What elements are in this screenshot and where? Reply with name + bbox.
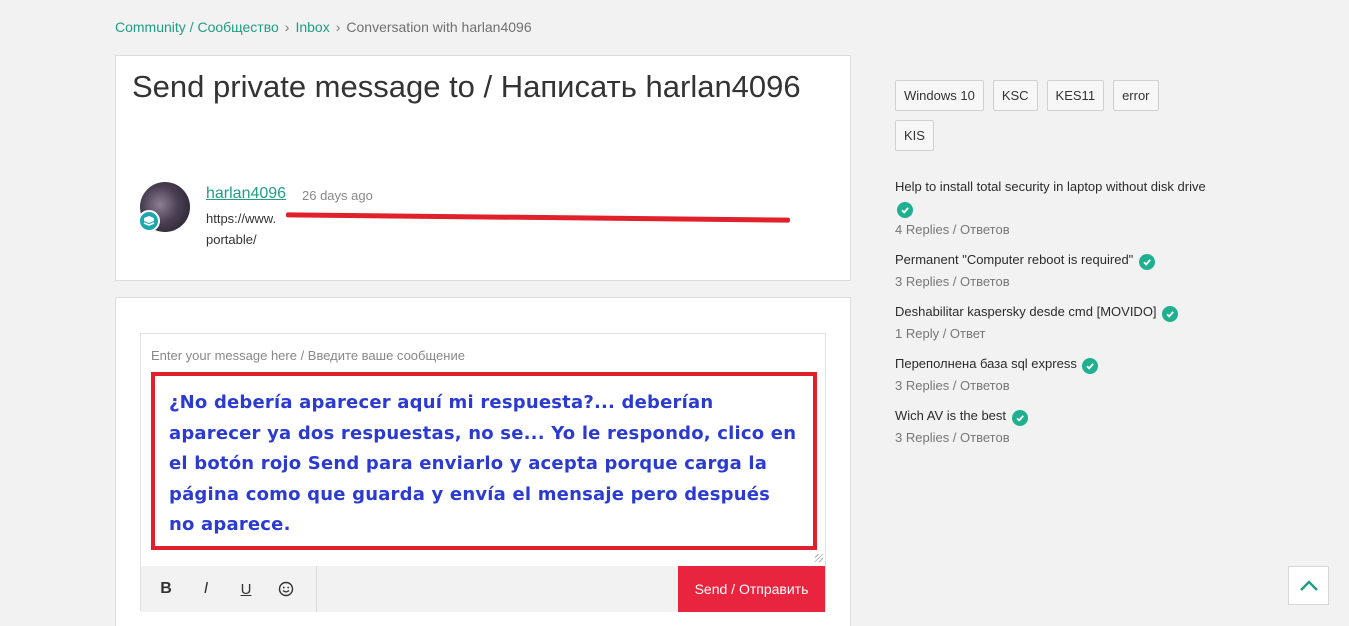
scroll-to-top-button[interactable]: [1288, 566, 1329, 605]
toolbar-divider: [316, 566, 317, 612]
italic-button[interactable]: I: [186, 566, 226, 612]
bold-button[interactable]: B: [146, 566, 186, 612]
editor-toolbar: B I U Send / Отправить: [141, 566, 825, 612]
tag[interactable]: Windows 10: [895, 80, 984, 111]
solved-check-icon: [1162, 306, 1179, 322]
message-link-text[interactable]: https://www.: [206, 211, 276, 226]
list-item: Help to install total security in laptop…: [895, 176, 1225, 239]
reply-count: 3 Replies / Ответов: [895, 274, 1010, 289]
breadcrumb-community-link[interactable]: Community / Сообщество: [115, 19, 279, 35]
list-item: Переполнена база sql express 3 Replies /…: [895, 353, 1225, 395]
related-topic-link[interactable]: Wich AV is the best: [895, 405, 1225, 426]
tag[interactable]: KIS: [895, 120, 934, 151]
breadcrumb-current: Conversation with harlan4096: [346, 19, 532, 35]
message-body: https://www. portable/: [206, 208, 806, 250]
underline-button[interactable]: U: [226, 566, 266, 612]
reply-count: 4 Replies / Ответов: [895, 222, 1010, 237]
page-title: Send private message to / Написать harla…: [132, 69, 801, 104]
solved-check-icon: [897, 202, 913, 218]
solved-check-icon: [1011, 410, 1028, 426]
list-item: Wich AV is the best 3 Replies / Ответов: [895, 405, 1225, 447]
redaction-strike: [285, 212, 791, 223]
smiley-icon: [278, 581, 294, 597]
send-button[interactable]: Send / Отправить: [678, 566, 825, 612]
related-topic-link[interactable]: Permanent "Computer reboot is required": [895, 249, 1225, 270]
reply-count: 3 Replies / Ответов: [895, 378, 1010, 393]
solved-check-icon: [1082, 358, 1099, 374]
resize-handle[interactable]: [815, 554, 823, 562]
chevron-right-icon: ›: [335, 19, 341, 35]
conversation-card: Send private message to / Написать harla…: [115, 55, 851, 281]
tag[interactable]: KSC: [992, 80, 1038, 111]
chevron-right-icon: ›: [284, 19, 290, 35]
list-item: Deshabilitar kaspersky desde cmd [MOVIDO…: [895, 301, 1225, 343]
annotation-box: ¿No debería aparecer aquí mi respuesta?.…: [151, 372, 817, 550]
breadcrumb-inbox-link[interactable]: Inbox: [295, 19, 329, 35]
tag[interactable]: KES11: [1046, 80, 1105, 111]
solved-check-icon: [1138, 254, 1155, 270]
annotation-text: ¿No debería aparecer aquí mi respuesta?.…: [169, 392, 797, 535]
message-timestamp: 26 days ago: [302, 188, 373, 203]
related-topics: Help to install total security in laptop…: [895, 176, 1225, 457]
related-topic-link[interactable]: Переполнена база sql express: [895, 353, 1225, 374]
list-item: Permanent "Computer reboot is required" …: [895, 249, 1225, 291]
reply-count: 1 Reply / Ответ: [895, 326, 986, 341]
tag[interactable]: error: [1113, 80, 1159, 111]
message-link-text-cont: portable/: [206, 232, 257, 247]
message-author-link[interactable]: harlan4096: [206, 185, 286, 203]
breadcrumb: Community / Сообщество › Inbox › Convers…: [115, 19, 532, 35]
reply-form-card: Enter your message here / Введите ваше с…: [115, 297, 851, 626]
chevron-up-icon: [1299, 579, 1318, 591]
tag-list: Windows 10 KSC KES11 error KIS: [895, 80, 1205, 151]
message-input-placeholder[interactable]: Enter your message here / Введите ваше с…: [151, 348, 465, 363]
avatar[interactable]: [138, 182, 190, 232]
related-topic-link[interactable]: Help to install total security in laptop…: [895, 176, 1225, 218]
reply-count: 3 Replies / Ответов: [895, 430, 1010, 445]
message-editor[interactable]: Enter your message here / Введите ваше с…: [140, 333, 826, 612]
related-topic-link[interactable]: Deshabilitar kaspersky desde cmd [MOVIDO…: [895, 301, 1225, 322]
rank-badge-icon: [138, 210, 160, 232]
emoji-button[interactable]: [266, 566, 306, 612]
